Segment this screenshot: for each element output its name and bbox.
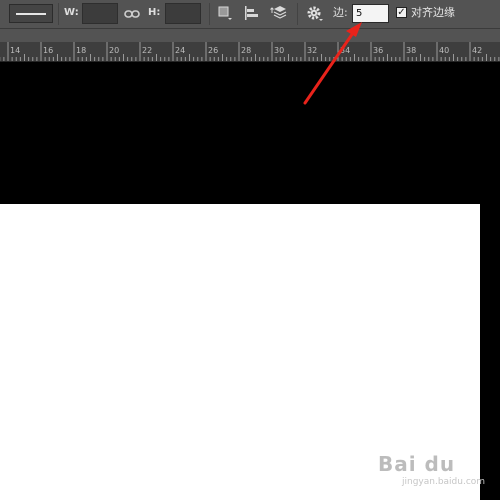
watermark: Bai du jingyan.baidu.com: [372, 452, 490, 492]
watermark-brand: Bai du: [378, 452, 456, 476]
watermark-url: jingyan.baidu.com: [402, 477, 486, 487]
annotation-arrow: [303, 22, 362, 105]
